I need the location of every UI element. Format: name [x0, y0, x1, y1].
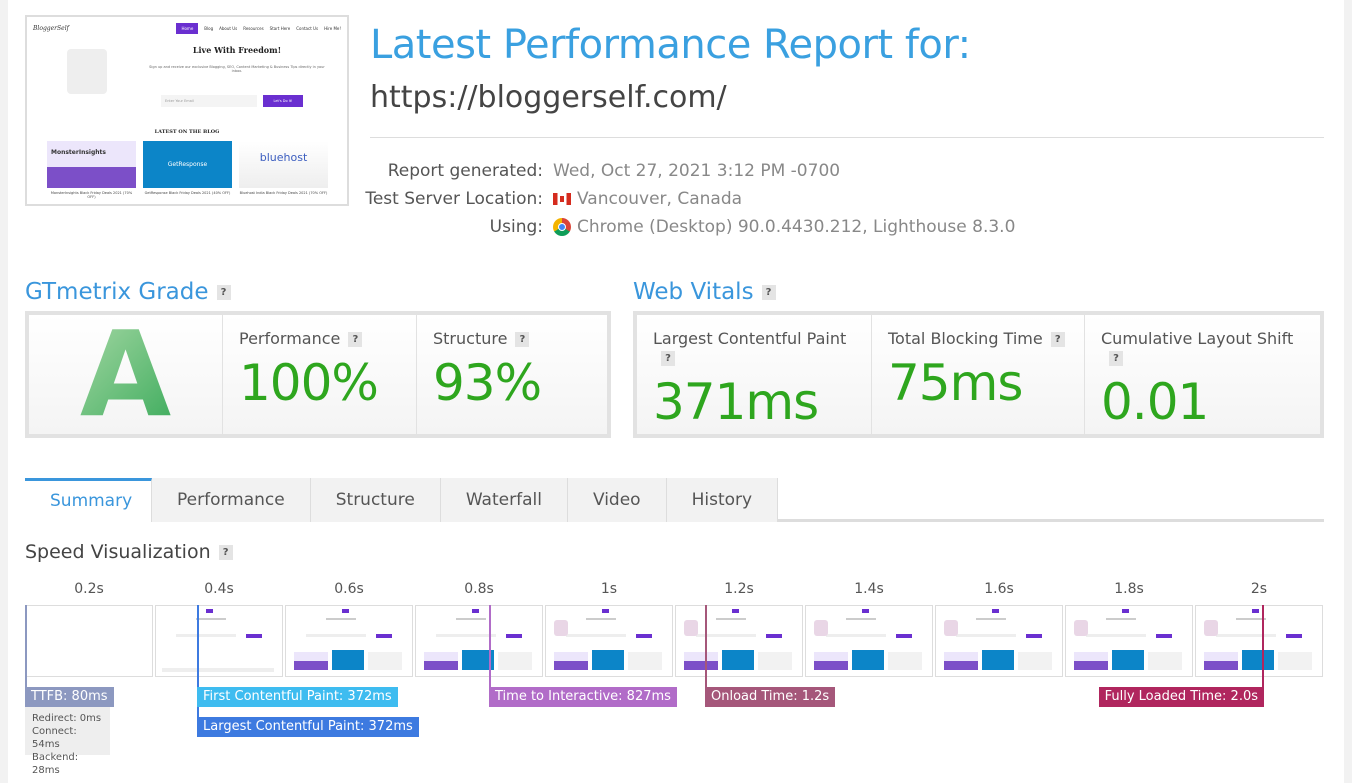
- filmstrip-time-label: 1.8s: [1114, 581, 1144, 597]
- cls-value: 0.01: [1101, 373, 1209, 431]
- help-icon[interactable]: ?: [1109, 351, 1123, 366]
- filmstrip-frame[interactable]: [935, 605, 1063, 677]
- thumb-nav-item: Resources: [243, 25, 264, 31]
- grade-title: GTmetrix Grade?: [25, 279, 231, 305]
- filmstrip-frame[interactable]: [1195, 605, 1323, 677]
- structure-score: 93%: [433, 354, 542, 412]
- meta-label: Using:: [489, 217, 543, 237]
- filmstrip-time-label: 0.8s: [464, 581, 494, 597]
- performance-cell: Performance? 100%: [223, 315, 416, 434]
- fcp-label: First Contentful Paint: 372ms: [197, 687, 398, 707]
- filmstrip-time-label: 1.6s: [984, 581, 1014, 597]
- meta-label: Test Server Location:: [365, 189, 543, 209]
- filmstrip-time-label: 1.4s: [854, 581, 884, 597]
- thumb-nav-item: Hire Me!: [324, 25, 341, 31]
- help-icon[interactable]: ?: [761, 285, 776, 300]
- canada-flag-icon: [553, 193, 571, 205]
- location: Vancouver, Canada: [553, 189, 742, 209]
- lcp-value: 371ms: [653, 373, 819, 431]
- report-title: Latest Performance Report for:: [370, 22, 971, 68]
- filmstrip-frame[interactable]: [805, 605, 933, 677]
- tab-summary[interactable]: Summary: [25, 478, 152, 522]
- onload-marker: [705, 605, 707, 687]
- thumb-nav-item: Contact Us: [296, 25, 319, 31]
- report-generated: Wed, Oct 27, 2021 3:12 PM -0700: [553, 161, 841, 181]
- filmstrip-time-label: 0.2s: [74, 581, 104, 597]
- thumb-illustration: [67, 49, 107, 94]
- thumb-subtext: Sign up and receive our exclusive Bloggi…: [149, 65, 325, 73]
- thumb-headline: Live With Freedom!: [192, 45, 282, 55]
- filmstrip-frame[interactable]: [155, 605, 283, 677]
- ttfb-breakdown: Redirect: 0ms Connect: 54ms Backend: 28ms: [25, 707, 110, 776]
- fully-loaded-label: Fully Loaded Time: 2.0s: [1098, 687, 1264, 707]
- vitals-panel: Largest Contentful Paint? 371ms Total Bl…: [633, 311, 1324, 438]
- thumb-nav-item: Home: [176, 22, 199, 34]
- speed-title: Speed Visualization?: [25, 541, 233, 563]
- lcp-label: Largest Contentful Paint: 372ms: [197, 717, 419, 737]
- tti-marker: [489, 605, 491, 687]
- filmstrip-frame[interactable]: [415, 605, 543, 677]
- tab-structure[interactable]: Structure: [310, 478, 441, 522]
- vitals-title: Web Vitals?: [633, 279, 776, 305]
- tti-label: Time to Interactive: 827ms: [489, 687, 677, 707]
- filmstrip-time-label: 1.2s: [724, 581, 754, 597]
- thumb-nav-item: About Us: [219, 25, 238, 31]
- filmstrip-time-label: 0.4s: [204, 581, 234, 597]
- tab-waterfall[interactable]: Waterfall: [440, 478, 568, 522]
- ttfb-marker: [25, 605, 27, 687]
- site-screenshot: BloggerSelf Home Blog About Us Resources…: [25, 15, 349, 206]
- thumb-cta: Let's Do It!: [263, 95, 303, 107]
- structure-cell: Structure? 93%: [417, 315, 607, 434]
- report-meta: Report generated: Wed, Oct 27, 2021 3:12…: [343, 161, 1343, 241]
- divider: [370, 137, 1324, 138]
- ttfb-label: TTFB: 80ms: [25, 687, 114, 707]
- onload-label: Onload Time: 1.2s: [705, 687, 836, 707]
- thumb-nav-item: Start Here: [269, 25, 291, 31]
- help-icon[interactable]: ?: [515, 332, 530, 347]
- tab-history[interactable]: History: [666, 478, 779, 522]
- fully-loaded-marker: [1262, 605, 1264, 687]
- help-icon[interactable]: ?: [1050, 332, 1065, 347]
- grade-letter: A: [29, 315, 222, 434]
- filmstrip-frame[interactable]: [545, 605, 673, 677]
- filmstrip-frame[interactable]: [25, 605, 153, 677]
- thumb-email: Enter Your Email: [161, 95, 257, 107]
- thumb-nav: BloggerSelf Home Blog About Us Resources…: [27, 17, 347, 39]
- tab-performance[interactable]: Performance: [152, 478, 311, 522]
- meta-label: Report generated:: [387, 161, 543, 181]
- help-icon[interactable]: ?: [348, 332, 363, 347]
- thumb-card: MonsterInsights: [47, 141, 136, 188]
- thumb-card: bluehost: [239, 141, 328, 188]
- help-icon[interactable]: ?: [661, 351, 675, 366]
- help-icon[interactable]: ?: [216, 285, 231, 300]
- filmstrip-time-label: 2s: [1250, 581, 1268, 597]
- cls-cell: Cumulative Layout Shift? 0.01: [1085, 315, 1320, 434]
- performance-score: 100%: [239, 354, 379, 412]
- thumb-card: GetResponse: [143, 141, 232, 188]
- report-tabs: Summary Performance Structure Waterfall …: [25, 478, 1324, 522]
- filmstrip-time-label: 1s: [600, 581, 618, 597]
- report-page: BloggerSelf Home Blog About Us Resources…: [8, 0, 1344, 783]
- tab-video[interactable]: Video: [567, 478, 667, 522]
- filmstrip-frame[interactable]: [285, 605, 413, 677]
- chrome-icon: [553, 218, 571, 236]
- grade-letter-cell: A: [29, 315, 222, 434]
- filmstrip-frame[interactable]: [675, 605, 803, 677]
- grade-panel: A Performance? 100% Structure? 93%: [25, 311, 611, 438]
- thumb-nav-item: Blog: [204, 25, 214, 31]
- tbt-value: 75ms: [888, 354, 1023, 412]
- browser: Chrome (Desktop) 90.0.4430.212, Lighthou…: [553, 217, 1015, 237]
- tbt-cell: Total Blocking Time? 75ms: [872, 315, 1084, 434]
- thumb-logo: BloggerSelf: [33, 24, 69, 32]
- filmstrip-frame[interactable]: [1065, 605, 1193, 677]
- thumb-blog-heading: LATEST ON THE BLOG: [154, 129, 220, 135]
- report-url[interactable]: https://bloggerself.com/: [370, 80, 727, 115]
- lcp-cell: Largest Contentful Paint? 371ms: [637, 315, 871, 434]
- help-icon[interactable]: ?: [218, 545, 233, 560]
- filmstrip-time-label: 0.6s: [334, 581, 364, 597]
